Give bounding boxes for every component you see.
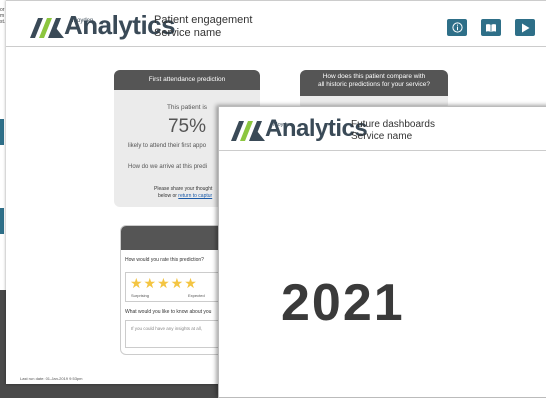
last-run-date: Last run date: 01-Jan-2019 9:53pm xyxy=(20,376,83,381)
window-top-border xyxy=(6,0,546,1)
info-icon xyxy=(451,22,463,33)
comparison-card: How does this patient compare with all h… xyxy=(300,70,448,110)
insight-placeholder: If you could have any insights at all, xyxy=(131,326,203,331)
logo-sup: Moyden xyxy=(72,18,94,24)
rating-low-label: Surprising xyxy=(131,293,150,298)
play-icon xyxy=(521,23,529,32)
comparison-card-header: How does this patient compare with all h… xyxy=(300,70,448,96)
play-button[interactable] xyxy=(515,19,535,36)
header-divider xyxy=(6,46,546,47)
return-to-capture-link[interactable]: return to captur xyxy=(178,193,212,199)
moyden-analytics-logo: Moyden Analytics xyxy=(231,117,368,141)
book-icon xyxy=(486,23,496,32)
info-button[interactable] xyxy=(447,19,467,36)
popup-subtitle: Service name xyxy=(351,131,413,142)
future-dashboards-window: Moyden Analytics Future dashboards Servi… xyxy=(218,106,546,398)
logo-mark-icon xyxy=(30,18,64,38)
rating-high-label: Expected xyxy=(188,293,205,298)
page-title: Patient engagement xyxy=(154,14,253,26)
popup-title: Future dashboards xyxy=(351,119,435,130)
page-subtitle: Service name xyxy=(154,27,222,39)
guide-button[interactable] xyxy=(481,19,501,36)
insight-question: What would you like to know about you xyxy=(125,309,212,315)
bg-snippet: st. xyxy=(0,19,6,25)
logo-mark-icon xyxy=(231,121,265,141)
rating-question: How would you rate this prediction? xyxy=(125,257,204,263)
bg-nav-button[interactable] xyxy=(0,119,4,145)
share-prefix: below or xyxy=(158,193,179,199)
logo-sup: Moyden xyxy=(273,122,293,128)
star-icons[interactable]: ★★★★★ xyxy=(130,275,198,291)
comparison-header-line-1: How does this patient compare with xyxy=(322,73,426,80)
year-heading: 2021 xyxy=(281,274,405,332)
bg-nav-button[interactable] xyxy=(0,208,4,234)
comparison-header-line-2: all historic predictions for your servic… xyxy=(318,81,430,88)
popup-header-divider xyxy=(219,150,546,151)
prediction-card-header: First attendance prediction xyxy=(114,70,260,90)
